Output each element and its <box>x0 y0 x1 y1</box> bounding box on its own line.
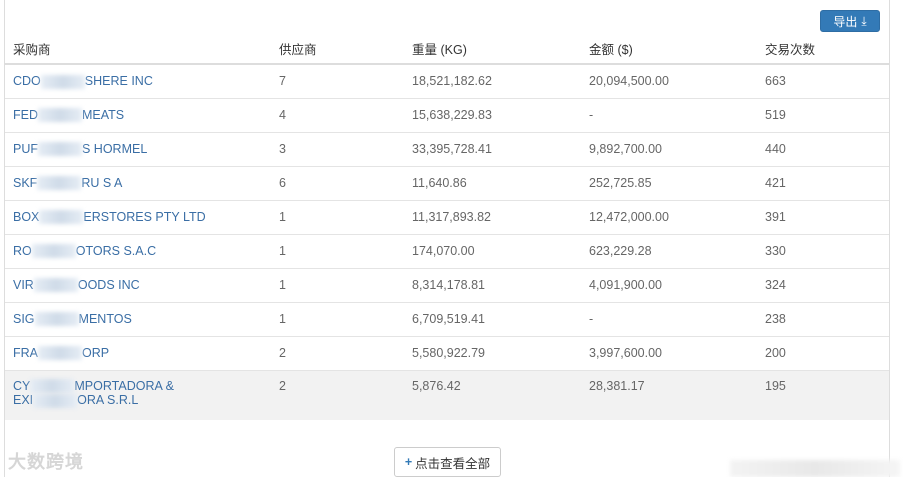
header-count[interactable]: 交易次数 <box>757 34 889 65</box>
table-row: BOX ERSTORES PTY LTD 1 11,317,893.82 12,4… <box>5 199 889 234</box>
weight-cell: 11,640.86 <box>404 165 581 200</box>
download-icon: ⤓ <box>861 13 867 28</box>
buyer-link[interactable]: SIG MENTOS <box>5 301 271 336</box>
suppliers-cell: 6 <box>271 165 404 200</box>
plus-icon: + <box>404 455 413 469</box>
suppliers-cell: 2 <box>271 369 404 420</box>
export-label: 导出 <box>833 14 858 29</box>
view-all-label: 点击查看全部 <box>415 456 491 471</box>
weight-cell: 18,521,182.62 <box>404 63 581 98</box>
blurred-region <box>730 460 900 477</box>
table-row: PUF S HORMEL 3 33,395,728.41 9,892,700.00… <box>5 131 889 166</box>
amount-cell: - <box>581 97 757 132</box>
table-row: CDO SHERE INC 7 18,521,182.62 20,094,500.… <box>5 63 889 98</box>
header-weight[interactable]: 重量 (KG) <box>404 34 581 65</box>
table-row: FED MEATS 4 15,638,229.83 - 519 <box>5 97 889 132</box>
table-row: CY MPORTADORA & EXI ORA S.R.L 2 5,876.42 28… <box>5 369 889 420</box>
buyer-link[interactable]: SKF RU S A <box>5 165 271 200</box>
count-cell: 421 <box>757 165 889 200</box>
suppliers-cell: 1 <box>271 199 404 234</box>
suppliers-cell: 2 <box>271 335 404 370</box>
suppliers-cell: 4 <box>271 97 404 132</box>
count-cell: 391 <box>757 199 889 234</box>
suppliers-cell: 7 <box>271 63 404 98</box>
weight-cell: 5,580,922.79 <box>404 335 581 370</box>
export-button[interactable]: 导出 ⤓ <box>820 10 880 32</box>
buyer-link[interactable]: CY MPORTADORA & EXI ORA S.R.L <box>5 369 271 420</box>
amount-cell: 28,381.17 <box>581 369 757 420</box>
buyer-link[interactable]: RO OTORS S.A.C <box>5 233 271 268</box>
count-cell: 519 <box>757 97 889 132</box>
buyer-link[interactable]: CDO SHERE INC <box>5 63 271 98</box>
weight-cell: 174,070.00 <box>404 233 581 268</box>
buyer-link[interactable]: VIR OODS INC <box>5 267 271 302</box>
count-cell: 440 <box>757 131 889 166</box>
table-row: SIG MENTOS 1 6,709,519.41 - 238 <box>5 301 889 336</box>
weight-cell: 15,638,229.83 <box>404 97 581 132</box>
table-row: SKF RU S A 6 11,640.86 252,725.85 421 <box>5 165 889 200</box>
header-buyer[interactable]: 采购商 <box>5 34 271 65</box>
view-all-button[interactable]: + 点击查看全部 <box>394 447 501 477</box>
amount-cell: 12,472,000.00 <box>581 199 757 234</box>
buyer-link[interactable]: FRA ORP <box>5 335 271 370</box>
count-cell: 238 <box>757 301 889 336</box>
amount-cell: 4,091,900.00 <box>581 267 757 302</box>
amount-cell: - <box>581 301 757 336</box>
header-amount[interactable]: 金额 ($) <box>581 34 757 65</box>
weight-cell: 8,314,178.81 <box>404 267 581 302</box>
count-cell: 200 <box>757 335 889 370</box>
amount-cell: 9,892,700.00 <box>581 131 757 166</box>
suppliers-cell: 1 <box>271 301 404 336</box>
weight-cell: 33,395,728.41 <box>404 131 581 166</box>
weight-cell: 5,876.42 <box>404 369 581 420</box>
suppliers-cell: 3 <box>271 131 404 166</box>
table-row: VIR OODS INC 1 8,314,178.81 4,091,900.00 … <box>5 267 889 302</box>
count-cell: 195 <box>757 369 889 420</box>
count-cell: 663 <box>757 63 889 98</box>
suppliers-cell: 1 <box>271 233 404 268</box>
count-cell: 324 <box>757 267 889 302</box>
weight-cell: 11,317,893.82 <box>404 199 581 234</box>
suppliers-cell: 1 <box>271 267 404 302</box>
watermark: 大数跨境 <box>8 452 84 472</box>
table-row: FRA ORP 2 5,580,922.79 3,997,600.00 200 <box>5 335 889 370</box>
count-cell: 330 <box>757 233 889 268</box>
amount-cell: 623,229.28 <box>581 233 757 268</box>
weight-cell: 6,709,519.41 <box>404 301 581 336</box>
buyer-link[interactable]: BOX ERSTORES PTY LTD <box>5 199 271 234</box>
amount-cell: 252,725.85 <box>581 165 757 200</box>
header-suppliers[interactable]: 供应商 <box>271 34 404 65</box>
amount-cell: 20,094,500.00 <box>581 63 757 98</box>
buyer-link[interactable]: PUF S HORMEL <box>5 131 271 166</box>
amount-cell: 3,997,600.00 <box>581 335 757 370</box>
buyers-table: 采购商 供应商 重量 (KG) 金额 ($) 交易次数 CDO SHERE INC… <box>5 34 889 420</box>
table-row: RO OTORS S.A.C 1 174,070.00 623,229.28 33… <box>5 233 889 268</box>
buyer-link[interactable]: FED MEATS <box>5 97 271 132</box>
